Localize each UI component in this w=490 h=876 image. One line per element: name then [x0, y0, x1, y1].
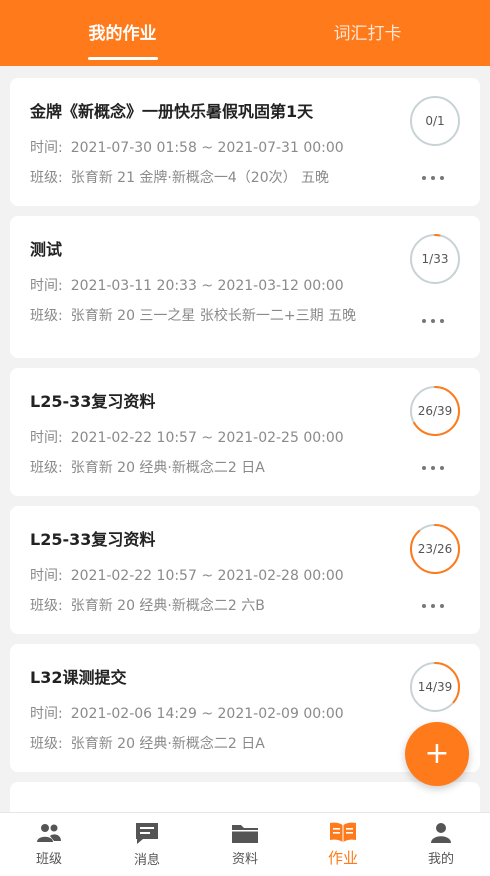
- class-label: 班级:: [30, 460, 63, 476]
- class-value: 张育新 20 三一之星 张校长新一二+三期 五晚: [70, 308, 357, 324]
- time-value: 2021-02-22 10:57 ~ 2021-02-25 00:00: [70, 430, 344, 446]
- more-options-icon[interactable]: [422, 601, 444, 611]
- progress-count: 1/33: [421, 252, 449, 266]
- progress-ring: 26/39: [408, 384, 462, 438]
- progress-count: 23/26: [417, 542, 453, 556]
- message-icon: [134, 821, 160, 845]
- class-value: 张育新 20 经典·新概念二2 日A: [70, 460, 265, 476]
- class-label: 班级:: [30, 170, 63, 186]
- dot: [422, 466, 426, 470]
- homework-class: 班级: 张育新 20 经典·新概念二2 日A: [30, 734, 390, 754]
- nav-item-materials[interactable]: 资料: [196, 813, 294, 876]
- time-label: 时间:: [30, 140, 63, 156]
- homework-time: 时间: 2021-07-30 01:58 ~ 2021-07-31 00:00: [30, 138, 390, 158]
- homework-card[interactable]: L25-33复习资料 时间: 2021-02-22 10:57 ~ 2021-02…: [10, 506, 480, 634]
- time-value: 2021-03-11 20:33 ~ 2021-03-12 00:00: [70, 278, 344, 294]
- more-options-icon[interactable]: [422, 316, 444, 326]
- folder-icon: [231, 822, 259, 844]
- time-label: 时间:: [30, 568, 63, 584]
- dot: [422, 319, 426, 323]
- header-bar: 我的作业 词汇打卡: [0, 0, 490, 66]
- nav-label: 班级: [35, 852, 62, 867]
- homework-card[interactable]: 金牌《新概念》一册快乐暑假巩固第1天 时间: 2021-07-30 01:58 ~…: [10, 78, 480, 206]
- nav-item-mine[interactable]: 我的: [392, 813, 490, 876]
- homework-class: 班级: 张育新 20 经典·新概念二2 六B: [30, 596, 390, 616]
- time-value: 2021-02-06 14:29 ~ 2021-02-09 00:00: [70, 706, 344, 722]
- add-homework-button[interactable]: +: [405, 722, 469, 786]
- progress-ring: 14/39: [408, 660, 462, 714]
- app-root: 我的作业 词汇打卡 金牌《新概念》一册快乐暑假巩固第1天 时间: 2021-07-…: [0, 0, 490, 876]
- class-value: 张育新 21 金牌·新概念一4（20次） 五晚: [70, 170, 330, 186]
- plus-icon: +: [424, 736, 450, 771]
- homework-class: 班级: 张育新 20 经典·新概念二2 日A: [30, 458, 390, 478]
- dot: [440, 319, 444, 323]
- time-value: 2021-02-22 10:57 ~ 2021-02-28 00:00: [70, 568, 344, 584]
- homework-list[interactable]: 金牌《新概念》一册快乐暑假巩固第1天 时间: 2021-07-30 01:58 ~…: [0, 78, 490, 812]
- tab-label: 我的作业: [88, 23, 157, 44]
- dot: [431, 466, 435, 470]
- time-label: 时间:: [30, 278, 63, 294]
- time-label: 时间:: [30, 706, 63, 722]
- dot: [422, 604, 426, 608]
- homework-card[interactable]: L25-33复习资料 时间: 2021-02-22 10:57 ~ 2021-02…: [10, 368, 480, 496]
- nav-label: 作业: [327, 849, 358, 867]
- dot: [431, 176, 435, 180]
- more-options-icon[interactable]: [422, 173, 444, 183]
- dot: [440, 176, 444, 180]
- homework-time: 时间: 2021-03-11 20:33 ~ 2021-03-12 00:00: [30, 276, 390, 296]
- profile-icon: [429, 822, 453, 844]
- homework-title: L25-33复习资料: [30, 530, 156, 549]
- active-tab-indicator: [87, 57, 158, 60]
- time-label: 时间:: [30, 430, 63, 446]
- homework-class: 班级: 张育新 21 金牌·新概念一4（20次） 五晚: [30, 168, 390, 188]
- homework-class: 班级: 张育新 20 三一之星 张校长新一二+三期 五晚: [30, 306, 390, 326]
- homework-title: L25-33复习资料: [30, 392, 156, 411]
- homework-title: 测试: [30, 240, 63, 259]
- dot: [431, 319, 435, 323]
- dot: [431, 604, 435, 608]
- homework-title: L32课测提交: [30, 668, 127, 687]
- homework-card[interactable]: 测试 时间: 2021-03-11 20:33 ~ 2021-03-12 00:0…: [10, 216, 480, 358]
- class-label: 班级:: [30, 736, 63, 752]
- dot: [440, 604, 444, 608]
- homework-time: 时间: 2021-02-22 10:57 ~ 2021-02-25 00:00: [30, 428, 390, 448]
- progress-ring: 0/1: [408, 94, 462, 148]
- progress-count: 26/39: [417, 404, 453, 418]
- class-value: 张育新 20 经典·新概念二2 日A: [70, 736, 265, 752]
- tab-vocabulary-checkin[interactable]: 词汇打卡: [245, 0, 490, 66]
- nav-label: 我的: [427, 852, 454, 867]
- nav-item-class[interactable]: 班级: [0, 813, 98, 876]
- progress-ring: 1/33: [408, 232, 462, 286]
- tab-label: 词汇打卡: [333, 23, 402, 44]
- nav-item-message[interactable]: 消息: [98, 813, 196, 876]
- nav-label: 资料: [231, 852, 258, 867]
- progress-count: 14/39: [417, 680, 453, 694]
- nav-label: 消息: [133, 853, 160, 868]
- more-options-icon[interactable]: [422, 463, 444, 473]
- homework-title: 金牌《新概念》一册快乐暑假巩固第1天: [30, 102, 314, 121]
- class-value: 张育新 20 经典·新概念二2 六B: [70, 598, 265, 614]
- homework-time: 时间: 2021-02-06 14:29 ~ 2021-02-09 00:00: [30, 704, 390, 724]
- homework-book-icon: [329, 821, 357, 843]
- dot: [440, 466, 444, 470]
- tab-my-homework[interactable]: 我的作业: [0, 0, 245, 66]
- homework-time: 时间: 2021-02-22 10:57 ~ 2021-02-28 00:00: [30, 566, 390, 586]
- dot: [422, 176, 426, 180]
- progress-count: 0/1: [425, 114, 445, 128]
- class-label: 班级:: [30, 308, 63, 324]
- nav-item-homework[interactable]: 作业: [294, 813, 392, 876]
- class-label: 班级:: [30, 598, 63, 614]
- progress-ring: 23/26: [408, 522, 462, 576]
- homework-card-partial[interactable]: [10, 782, 480, 812]
- time-value: 2021-07-30 01:58 ~ 2021-07-31 00:00: [70, 140, 344, 156]
- bottom-nav: 班级 消息 资料 作业 我的: [0, 812, 490, 876]
- class-icon: [35, 822, 63, 844]
